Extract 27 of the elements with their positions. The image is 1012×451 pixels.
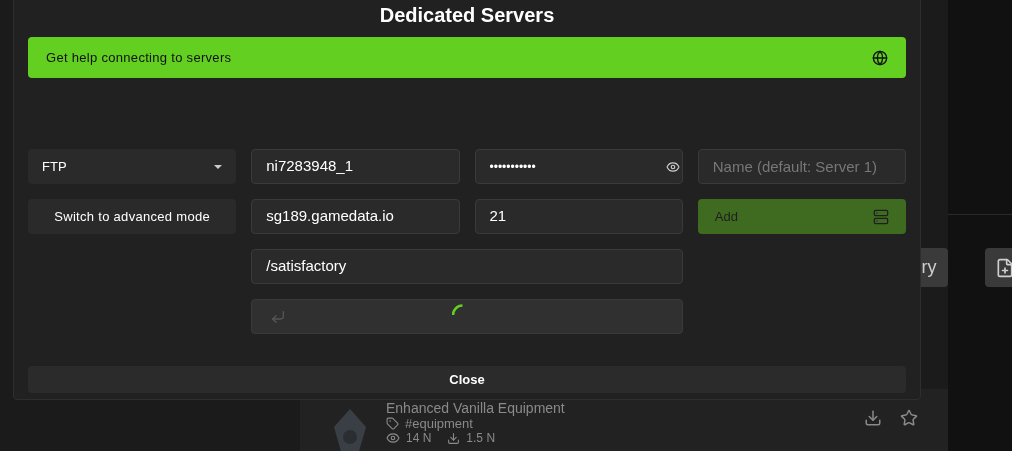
mod-tag[interactable]: #equipment [405, 416, 473, 431]
star-icon[interactable] [900, 409, 918, 427]
protocol-select[interactable]: FTP [28, 149, 237, 184]
password-field[interactable]: ••••••••••• [474, 149, 683, 184]
server-icon [873, 208, 889, 225]
advanced-mode-button[interactable]: Switch to advanced mode [28, 199, 237, 234]
close-button[interactable]: Close [28, 366, 906, 393]
download-icon[interactable] [864, 409, 882, 427]
host-field[interactable]: sg189.gamedata.io [251, 199, 460, 234]
dropdown-caret-icon [214, 164, 223, 169]
help-banner[interactable]: Get help connecting to servers [28, 37, 906, 78]
mod-title[interactable]: Enhanced Vanilla Equipment [386, 401, 848, 416]
path-field[interactable]: /satisfactory [251, 249, 683, 284]
downloads-count: 1.5 N [466, 431, 496, 445]
views-count: 14 N [406, 431, 432, 445]
views-icon [386, 431, 400, 445]
name-field[interactable]: Name (default: Server 1) [697, 149, 906, 184]
connect-field[interactable] [251, 299, 683, 334]
username-field[interactable]: ni7283948_1 [251, 149, 460, 184]
file-plus-icon [995, 257, 1012, 278]
port-field[interactable]: 21 [474, 199, 683, 234]
dialog-title: Dedicated Servers [378, 3, 556, 28]
eye-icon[interactable] [665, 159, 680, 174]
tag-icon [386, 417, 399, 430]
downloads-icon [447, 431, 461, 445]
enter-icon [270, 308, 287, 325]
globe-icon [872, 49, 888, 66]
